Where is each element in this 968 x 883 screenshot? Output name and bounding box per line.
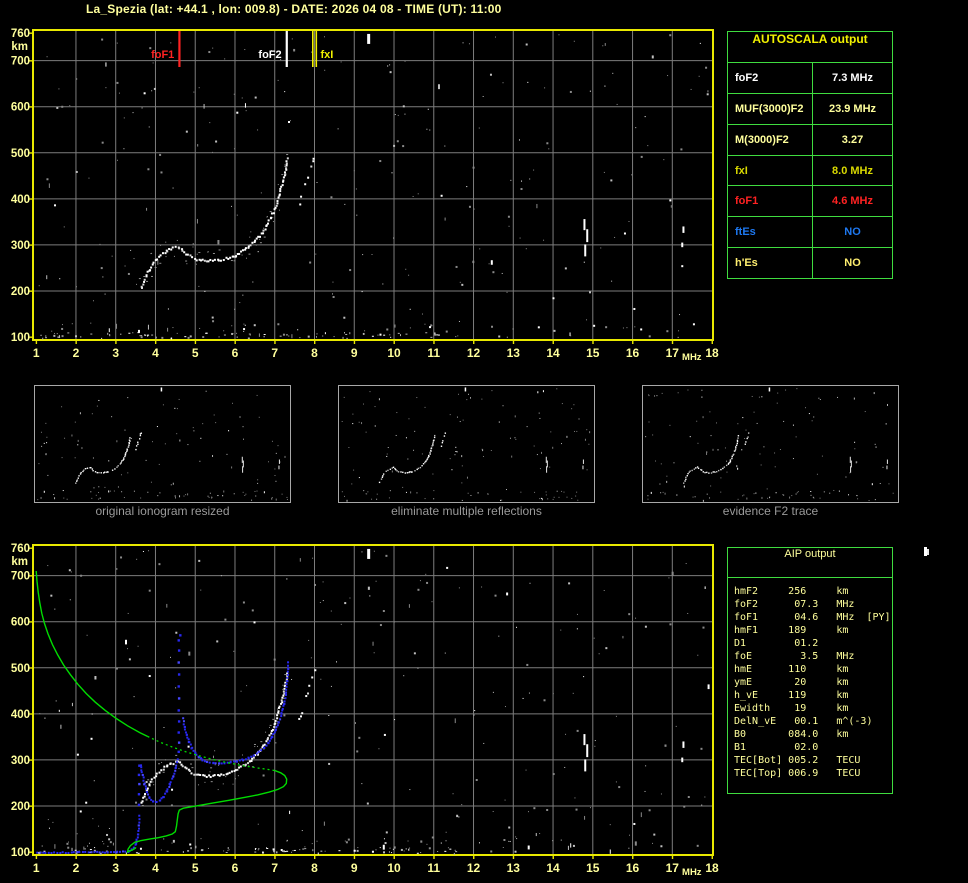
svg-text:km: km <box>11 556 28 568</box>
aip-row-d1: D1 01.2 <box>734 637 892 650</box>
aip-row-fof1: foF1 04.6 MHz [PY] <box>734 611 892 624</box>
aip-rows: hmF2 256 km foF2 07.3 MHz foF1 04.6 MHz … <box>728 578 892 780</box>
svg-text:8: 8 <box>311 861 318 875</box>
autoscala-output-panel: AUTOSCALA output foF27.3 MHzMUF(3000)F22… <box>727 31 893 279</box>
autoscala-row-label: MUF(3000)F2 <box>728 103 812 115</box>
autoscala-row-fof2: foF27.3 MHz <box>728 63 892 94</box>
thumbnail-caption-original: original ionogram resized <box>34 504 291 518</box>
svg-text:MHz: MHz <box>682 867 702 878</box>
aip-row-b1: B1 02.0 <box>734 741 892 754</box>
svg-text:16: 16 <box>626 861 640 875</box>
autoscala-panel-title: AUTOSCALA output <box>728 32 892 63</box>
svg-text:760: 760 <box>11 543 30 555</box>
aip-output-panel: AIP output hmF2 256 km foF2 07.3 MHz foF… <box>727 547 893 794</box>
aip-row-hmf2: hmF2 256 km <box>734 585 892 598</box>
autoscala-row-fof1: foF14.6 MHz <box>728 186 892 217</box>
svg-text:7: 7 <box>271 861 278 875</box>
aip-row-delnve: DelN_vE 00.1 m^(-3) <box>734 715 892 728</box>
aip-row-tecbot: TEC[Bot] 005.2 TECU <box>734 754 892 767</box>
svg-text:15: 15 <box>586 861 600 875</box>
autoscala-row-value: 7.3 MHz <box>812 63 892 93</box>
autoscala-row-ftes: ftEsNO <box>728 217 892 248</box>
svg-text:18: 18 <box>705 861 719 875</box>
thumbnail-original-ionogram <box>34 385 291 503</box>
thumbnail-evidence-f2-trace <box>642 385 899 503</box>
svg-text:6: 6 <box>232 861 239 875</box>
autoscala-row-label: h'Es <box>728 257 812 269</box>
autoscala-row-label: fxI <box>728 165 812 177</box>
svg-text:200: 200 <box>11 801 30 813</box>
svg-text:400: 400 <box>11 709 30 721</box>
autoscala-row-hes: h'EsNO <box>728 248 892 278</box>
aip-row-hve: h_vE 119 km <box>734 689 892 702</box>
aip-row-b0: B0 084.0 km <box>734 728 892 741</box>
svg-text:14: 14 <box>546 861 560 875</box>
autoscala-row-value: 3.27 <box>812 125 892 155</box>
autoscala-row-fxi: fxI8.0 MHz <box>728 156 892 187</box>
thumbnail-caption-eliminate: eliminate multiple reflections <box>338 504 595 518</box>
thumbnail-eliminate-reflections-image <box>339 386 594 502</box>
svg-text:12: 12 <box>467 861 481 875</box>
svg-text:11: 11 <box>427 861 440 875</box>
autoscala-rows: foF27.3 MHzMUF(3000)F223.9 MHzM(3000)F23… <box>728 63 892 278</box>
svg-text:5: 5 <box>192 861 199 875</box>
autoscala-row-value: NO <box>812 217 892 247</box>
thumbnail-original-ionogram-image <box>35 386 290 502</box>
autoscala-row-label: ftEs <box>728 226 812 238</box>
aip-row-ewidth: Ewidth 19 km <box>734 702 892 715</box>
aip-row-hmf1: hmF1 189 km <box>734 624 892 637</box>
autoscala-row-label: M(3000)F2 <box>728 134 812 146</box>
svg-text:500: 500 <box>11 663 30 675</box>
svg-text:600: 600 <box>11 617 30 629</box>
aip-row-hme: hmE 110 km <box>734 663 892 676</box>
autoscala-row-value: 23.9 MHz <box>812 94 892 124</box>
svg-text:100: 100 <box>11 847 30 859</box>
svg-text:300: 300 <box>11 755 30 767</box>
autoscala-row-muf3000f2: MUF(3000)F223.9 MHz <box>728 94 892 125</box>
svg-text:2: 2 <box>73 861 80 875</box>
autoscala-row-value: 4.6 MHz <box>812 186 892 216</box>
svg-text:13: 13 <box>507 861 521 875</box>
svg-text:17: 17 <box>666 861 680 875</box>
thumbnail-evidence-f2-trace-image <box>643 386 898 502</box>
svg-text:3: 3 <box>112 861 119 875</box>
aip-panel-title: AIP output <box>728 548 892 578</box>
thumbnail-eliminate-reflections <box>338 385 595 503</box>
autoscala-row-label: foF1 <box>728 195 812 207</box>
autoscala-row-label: foF2 <box>728 72 812 84</box>
aip-row-yme: ymE 20 km <box>734 676 892 689</box>
svg-text:4: 4 <box>152 861 159 875</box>
svg-text:1: 1 <box>33 861 40 875</box>
svg-text:9: 9 <box>351 861 358 875</box>
svg-text:700: 700 <box>11 571 30 583</box>
thumbnail-caption-evidence: evidence F2 trace <box>642 504 899 518</box>
autoscala-row-value: 8.0 MHz <box>812 156 892 186</box>
svg-text:10: 10 <box>387 861 401 875</box>
aip-row-tectop: TEC[Top] 006.9 TECU <box>734 767 892 780</box>
autoscala-window: La_Spezia (lat: +44.1 , lon: 009.8) - DA… <box>0 0 968 883</box>
autoscala-row-value: NO <box>812 248 892 278</box>
autoscala-row-m3000f2: M(3000)F23.27 <box>728 125 892 156</box>
aip-row-foe: foE 3.5 MHz <box>734 650 892 663</box>
aip-row-fof2: foF2 07.3 MHz <box>734 598 892 611</box>
